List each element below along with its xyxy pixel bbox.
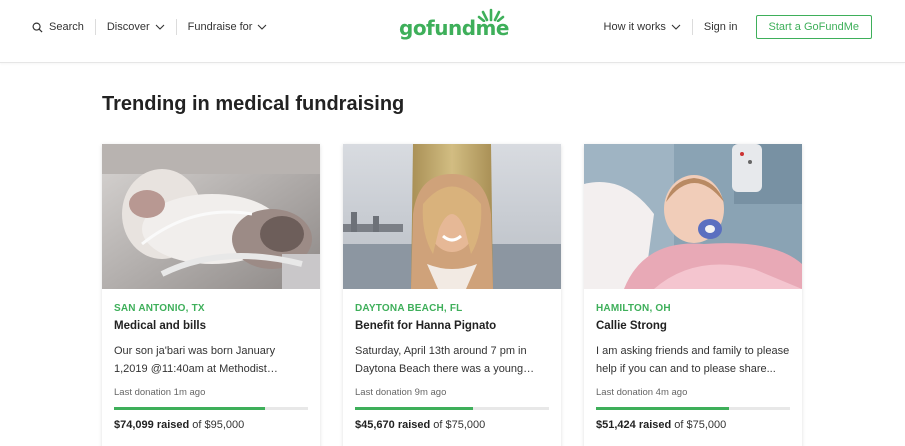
fundraiser-photo[interactable] <box>343 144 561 289</box>
card-description: Saturday, April 13th around 7 pm in Dayt… <box>355 345 527 375</box>
fundraiser-card[interactable]: DAYTONA BEACH, FL Benefit for Hanna Pign… <box>343 144 561 446</box>
nav-divider <box>94 19 96 35</box>
amount-raised: $51,424 raised of $75,000 <box>596 419 790 431</box>
beach-portrait-photo <box>343 144 561 289</box>
goal-amount: of $95,000 <box>192 419 245 431</box>
goal-amount: of $75,000 <box>433 419 486 431</box>
gofundme-logo[interactable]: gofundme <box>399 8 509 42</box>
progress-bar <box>114 407 308 410</box>
nav-right: How it works Sign in Start a GoFundMe <box>604 15 872 39</box>
progress-bar <box>596 407 790 410</box>
fundraiser-photo[interactable] <box>584 144 802 289</box>
raised-amount: $51,424 raised <box>596 419 672 431</box>
chevron-down-icon <box>155 24 165 30</box>
search-label: Search <box>49 21 84 33</box>
card-title[interactable]: Medical and bills <box>114 318 308 334</box>
card-body: HAMILTON, OH Callie Strong I am asking f… <box>584 289 802 431</box>
fundraiser-card[interactable]: HAMILTON, OH Callie Strong I am asking f… <box>584 144 802 446</box>
nav-divider <box>691 19 693 35</box>
chevron-down-icon <box>258 24 267 30</box>
goal-amount: of $75,000 <box>674 419 727 431</box>
card-body: DAYTONA BEACH, FL Benefit for Hanna Pign… <box>343 289 561 431</box>
card-description: I am asking friends and family to please… <box>596 345 790 375</box>
card-body: SAN ANTONIO, TX Medical and bills Our so… <box>102 289 320 431</box>
nav-left: Search Discover Fundraise for <box>32 0 267 54</box>
amount-raised: $45,670 raised of $75,000 <box>355 419 549 431</box>
sign-in-link[interactable]: Sign in <box>704 21 738 33</box>
fundraiser-photo[interactable] <box>102 144 320 289</box>
how-it-works-label: How it works <box>603 21 666 33</box>
chevron-down-icon <box>671 24 681 30</box>
nav-divider <box>175 19 177 35</box>
top-nav: Search Discover Fundraise for gofundme H… <box>0 0 905 63</box>
progress-bar <box>355 407 549 410</box>
discover-label: Discover <box>106 21 150 33</box>
infant-incubator-photo <box>102 144 320 289</box>
card-description: Our son ja'bari was born January 1,2019 … <box>114 345 276 375</box>
card-location: SAN ANTONIO, TX <box>114 303 205 314</box>
card-location: DAYTONA BEACH, FL <box>355 303 463 314</box>
progress-fill <box>596 407 730 410</box>
last-donation: Last donation 4m ago <box>596 387 688 398</box>
last-donation: Last donation 1m ago <box>114 387 206 398</box>
discover-menu[interactable]: Discover <box>107 21 165 33</box>
how-it-works-menu[interactable]: How it works <box>604 21 681 33</box>
amount-raised: $74,099 raised of $95,000 <box>114 419 308 431</box>
start-gofundme-button[interactable]: Start a GoFundMe <box>755 15 872 39</box>
section-title: Trending in medical fundraising <box>102 93 405 115</box>
fundraiser-card[interactable]: SAN ANTONIO, TX Medical and bills Our so… <box>102 144 320 446</box>
last-donation: Last donation 9m ago <box>355 387 447 398</box>
card-location: HAMILTON, OH <box>596 303 671 314</box>
search-button[interactable]: Search <box>32 21 84 33</box>
raised-amount: $74,099 raised <box>114 419 190 431</box>
toddler-hospital-photo <box>584 144 802 289</box>
fundraise-for-menu[interactable]: Fundraise for <box>188 21 268 33</box>
card-title[interactable]: Callie Strong <box>596 318 790 334</box>
progress-fill <box>114 407 266 410</box>
fundraise-label: Fundraise for <box>187 21 253 33</box>
search-icon <box>32 22 43 33</box>
sun-rays-icon <box>477 8 505 22</box>
progress-fill <box>355 407 474 410</box>
raised-amount: $45,670 raised <box>355 419 431 431</box>
card-title[interactable]: Benefit for Hanna Pignato <box>355 318 549 334</box>
